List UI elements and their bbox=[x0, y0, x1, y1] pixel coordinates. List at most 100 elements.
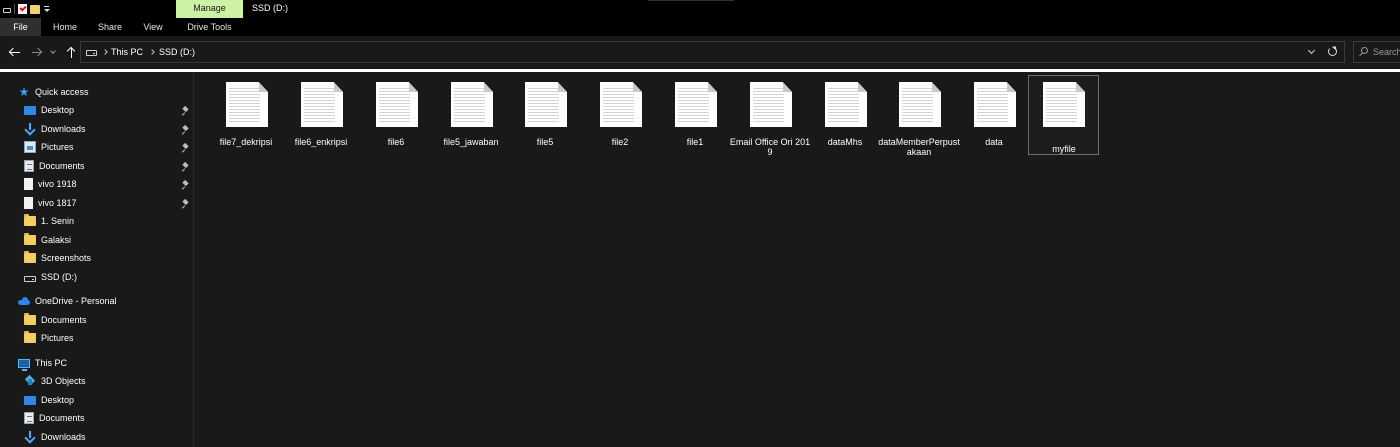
folder-icon bbox=[24, 331, 36, 343]
nav-item-pc-desktop[interactable]: Desktop bbox=[24, 391, 74, 409]
breadcrumb-ssd[interactable]: SSD (D:) bbox=[159, 42, 195, 62]
nav-item-galaksi[interactable]: Galaksi bbox=[24, 231, 71, 249]
nav-item-vivo-1918[interactable]: vivo 1918 bbox=[24, 175, 77, 193]
documents-icon bbox=[24, 412, 34, 424]
text-file-icon bbox=[974, 82, 1016, 127]
file-name: file6 bbox=[387, 137, 405, 147]
3d-objects-icon bbox=[24, 375, 36, 387]
search-input[interactable]: Search SSD (D:) bbox=[1353, 41, 1400, 63]
nav-label: Galaksi bbox=[41, 235, 72, 245]
pin-icon[interactable] bbox=[182, 126, 189, 135]
downloads-icon bbox=[24, 431, 36, 443]
file-item[interactable]: file2 bbox=[585, 77, 655, 155]
nav-item-vivo-1817[interactable]: vivo 1817 bbox=[24, 194, 77, 212]
toolbar-divider bbox=[14, 4, 15, 14]
text-file-icon bbox=[301, 82, 343, 127]
breadcrumb-this-pc[interactable]: This PC bbox=[111, 42, 143, 62]
address-dropdown-icon[interactable] bbox=[1307, 46, 1316, 55]
file-view[interactable]: file7_dekripsi file6_enkripsi file6 file… bbox=[195, 72, 1400, 447]
file-item[interactable]: data bbox=[959, 77, 1029, 155]
nav-item-pc-documents[interactable]: Documents bbox=[24, 409, 85, 427]
customize-dropdown-icon[interactable] bbox=[43, 4, 51, 14]
file-name: file5_jawaban bbox=[443, 137, 499, 147]
pin-icon[interactable] bbox=[182, 107, 189, 116]
file-name: file2 bbox=[611, 137, 629, 147]
address-bar[interactable]: This PC SSD (D:) bbox=[80, 41, 1345, 63]
nav-item-pc-downloads[interactable]: Downloads bbox=[24, 428, 86, 446]
chevron-right-icon[interactable] bbox=[149, 49, 155, 55]
star-icon: ★ bbox=[18, 85, 30, 99]
file-item[interactable]: file5 bbox=[510, 77, 580, 155]
chevron-right-icon[interactable] bbox=[102, 49, 108, 55]
up-button[interactable] bbox=[63, 44, 79, 60]
address-toolbar: This PC SSD (D:) Search SSD (D:) bbox=[0, 36, 1400, 69]
file-item[interactable]: file6_enkripsi bbox=[286, 77, 356, 155]
tab-home[interactable]: Home bbox=[45, 18, 85, 36]
file-name: file5 bbox=[536, 137, 554, 147]
forward-button[interactable] bbox=[28, 44, 44, 60]
nav-label: Screenshots bbox=[41, 253, 92, 263]
refresh-icon[interactable] bbox=[1328, 47, 1337, 56]
nav-label: Documents bbox=[41, 315, 87, 325]
nav-label: SSD (D:) bbox=[41, 272, 77, 282]
nav-item-onedrive-pictures[interactable]: Pictures bbox=[24, 329, 74, 347]
tab-drive-tools[interactable]: Drive Tools bbox=[176, 18, 243, 36]
file-name: dataMhs bbox=[827, 137, 863, 147]
pictures-icon bbox=[24, 141, 36, 153]
nav-item-downloads[interactable]: Downloads bbox=[24, 120, 86, 138]
nav-label: Pictures bbox=[41, 333, 74, 343]
tab-share[interactable]: Share bbox=[89, 18, 131, 36]
nav-item-1-senin[interactable]: 1. Senin bbox=[24, 212, 74, 230]
file-item[interactable]: file7_dekripsi bbox=[211, 77, 281, 155]
nav-label: vivo 1918 bbox=[38, 179, 77, 189]
cloud-icon bbox=[18, 297, 30, 305]
file-item[interactable]: dataMemberPerpustakaan bbox=[878, 77, 960, 157]
nav-item-pictures[interactable]: Pictures bbox=[24, 138, 74, 156]
file-item[interactable]: Email Office Ori 2019 bbox=[730, 77, 810, 157]
back-button[interactable] bbox=[6, 44, 22, 60]
nav-label: Desktop bbox=[41, 105, 75, 115]
file-name: Email Office Ori 2019 bbox=[729, 137, 811, 157]
ribbon-tabs: File Home Share View Drive Tools bbox=[0, 18, 1400, 36]
new-folder-icon[interactable] bbox=[30, 4, 40, 14]
file-item[interactable]: file5_jawaban bbox=[436, 77, 506, 155]
nav-onedrive-personal[interactable]: OneDrive - Personal bbox=[18, 292, 117, 310]
file-name: myfile bbox=[1052, 144, 1076, 154]
file-item[interactable]: dataMhs bbox=[810, 77, 880, 155]
pin-icon[interactable] bbox=[182, 181, 189, 190]
pin-icon[interactable] bbox=[182, 163, 189, 172]
window-title: SSD (D:) bbox=[252, 3, 288, 13]
nav-item-onedrive-documents[interactable]: Documents bbox=[24, 311, 87, 329]
navigation-pane[interactable]: ★ Quick access Desktop Downloads Picture… bbox=[0, 72, 194, 447]
file-name: file6_enkripsi bbox=[294, 137, 348, 147]
nav-item-3d-objects[interactable]: 3D Objects bbox=[24, 372, 86, 390]
nav-item-documents[interactable]: Documents bbox=[24, 157, 85, 175]
text-file-icon bbox=[825, 82, 867, 127]
file-item-selected[interactable]: myfile bbox=[1028, 75, 1099, 155]
nav-label: 3D Objects bbox=[41, 376, 86, 386]
pin-icon[interactable] bbox=[182, 144, 189, 153]
folder-icon bbox=[24, 233, 36, 245]
properties-check-icon[interactable] bbox=[18, 4, 27, 14]
recent-locations-button[interactable] bbox=[48, 44, 58, 60]
drive-icon[interactable] bbox=[3, 8, 11, 13]
nav-item-ssd-d[interactable]: SSD (D:) bbox=[24, 268, 77, 286]
nav-item-desktop[interactable]: Desktop bbox=[24, 101, 74, 119]
nav-label: 1. Senin bbox=[41, 216, 75, 226]
file-item[interactable]: file6 bbox=[361, 77, 431, 155]
text-file-icon bbox=[1043, 82, 1085, 127]
documents-icon bbox=[24, 160, 34, 172]
nav-label: Documents bbox=[39, 413, 85, 423]
computer-icon bbox=[18, 358, 30, 371]
nav-label: This PC bbox=[35, 358, 68, 368]
tab-file[interactable]: File bbox=[0, 18, 41, 36]
tab-view[interactable]: View bbox=[135, 18, 171, 36]
file-item[interactable]: file1 bbox=[660, 77, 730, 155]
nav-label: Downloads bbox=[41, 432, 86, 442]
nav-this-pc[interactable]: This PC bbox=[18, 354, 67, 372]
manage-context-tab[interactable]: Manage bbox=[176, 0, 243, 18]
nav-item-screenshots[interactable]: Screenshots bbox=[24, 249, 91, 267]
back-arrow-icon bbox=[8, 47, 20, 58]
nav-quick-access[interactable]: ★ Quick access bbox=[18, 83, 89, 101]
pin-icon[interactable] bbox=[182, 200, 189, 209]
